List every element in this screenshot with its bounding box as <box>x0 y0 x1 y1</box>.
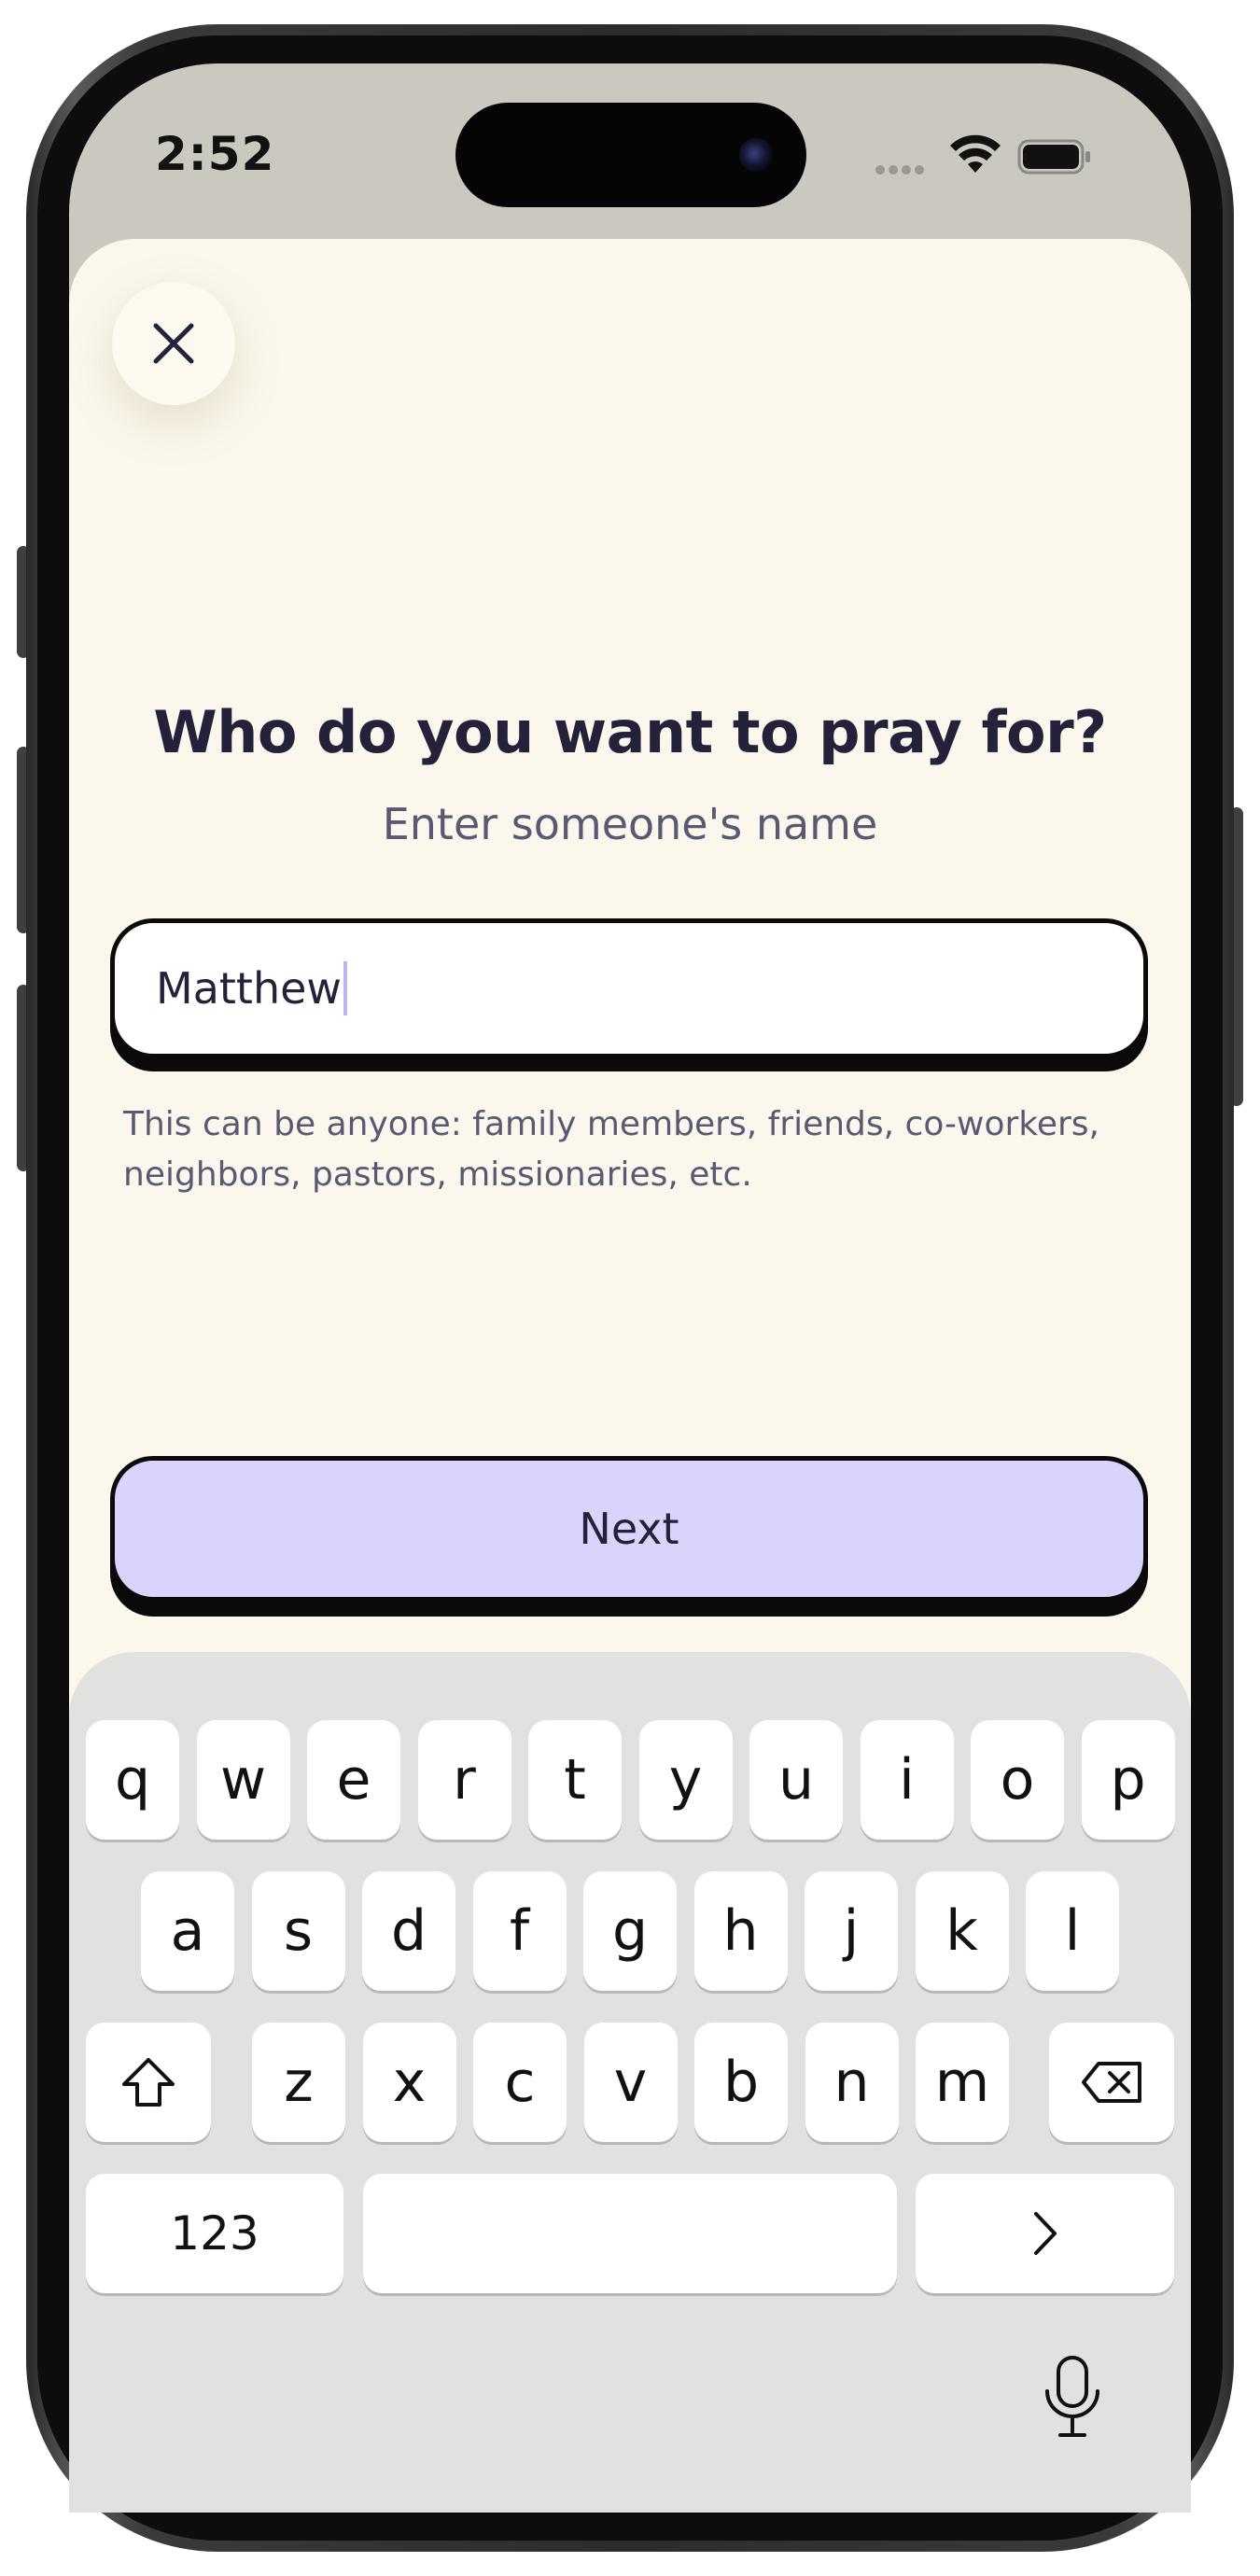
chevron-right-icon <box>1033 2212 1057 2255</box>
shift-key[interactable] <box>86 2023 211 2142</box>
key-r[interactable]: r <box>417 1720 511 1840</box>
numbers-key[interactable]: 123 <box>86 2174 343 2293</box>
key-v[interactable]: v <box>583 2023 678 2142</box>
name-input[interactable]: Matthew <box>110 918 1148 1058</box>
space-key[interactable] <box>363 2174 897 2293</box>
page-title: Who do you want to pray for? <box>153 698 1107 766</box>
status-time: 2:52 <box>155 127 275 181</box>
key-b[interactable]: b <box>694 2023 788 2142</box>
next-button[interactable]: Next <box>110 1456 1148 1602</box>
helper-text-line: This can be anyone: family members, frie… <box>123 1105 1099 1143</box>
close-button[interactable] <box>112 282 235 405</box>
key-d[interactable]: d <box>362 1871 455 1991</box>
backspace-icon <box>1082 2062 1141 2103</box>
key-q[interactable]: q <box>86 1720 179 1840</box>
key-y[interactable]: y <box>638 1720 733 1840</box>
key-m[interactable]: m <box>916 2023 1009 2142</box>
key-g[interactable]: g <box>583 1871 677 1991</box>
return-key[interactable] <box>916 2174 1174 2293</box>
key-z[interactable]: z <box>252 2023 345 2142</box>
wifi-icon <box>950 134 1001 173</box>
cellular-signal-icon <box>875 161 928 178</box>
key-h[interactable]: h <box>693 1871 788 1991</box>
key-j[interactable]: j <box>805 1871 898 1991</box>
key-x[interactable]: x <box>362 2023 456 2142</box>
key-p[interactable]: p <box>1081 1720 1175 1840</box>
helper-text: This can be anyone: family members, frie… <box>123 1099 1141 1200</box>
name-input-value: Matthew <box>156 963 343 1014</box>
key-o[interactable]: o <box>971 1720 1064 1840</box>
key-s[interactable]: s <box>251 1871 345 1991</box>
key-w[interactable]: w <box>196 1720 290 1840</box>
text-caret <box>343 961 348 1015</box>
key-n[interactable]: n <box>805 2023 899 2142</box>
key-a[interactable]: a <box>141 1871 234 1991</box>
key-u[interactable]: u <box>749 1720 843 1840</box>
helper-text-line: neighbors, pastors, missionaries, etc. <box>123 1155 752 1194</box>
next-button-wrap[interactable]: Next <box>110 1456 1148 1620</box>
battery-icon <box>1017 139 1090 175</box>
close-icon <box>153 323 194 364</box>
page-subtitle: Enter someone's name <box>382 799 878 849</box>
front-camera <box>739 138 773 172</box>
delete-key[interactable] <box>1049 2023 1174 2142</box>
key-i[interactable]: i <box>860 1720 954 1840</box>
microphone-icon[interactable] <box>1042 2354 1103 2440</box>
key-f[interactable]: f <box>472 1871 567 1991</box>
key-c[interactable]: c <box>473 2023 567 2142</box>
key-k[interactable]: k <box>915 1871 1009 1991</box>
name-field[interactable]: Matthew <box>110 918 1148 1071</box>
key-e[interactable]: e <box>307 1720 400 1840</box>
key-l[interactable]: l <box>1026 1871 1119 1991</box>
shift-icon <box>122 2058 175 2107</box>
key-t[interactable]: t <box>528 1720 622 1840</box>
